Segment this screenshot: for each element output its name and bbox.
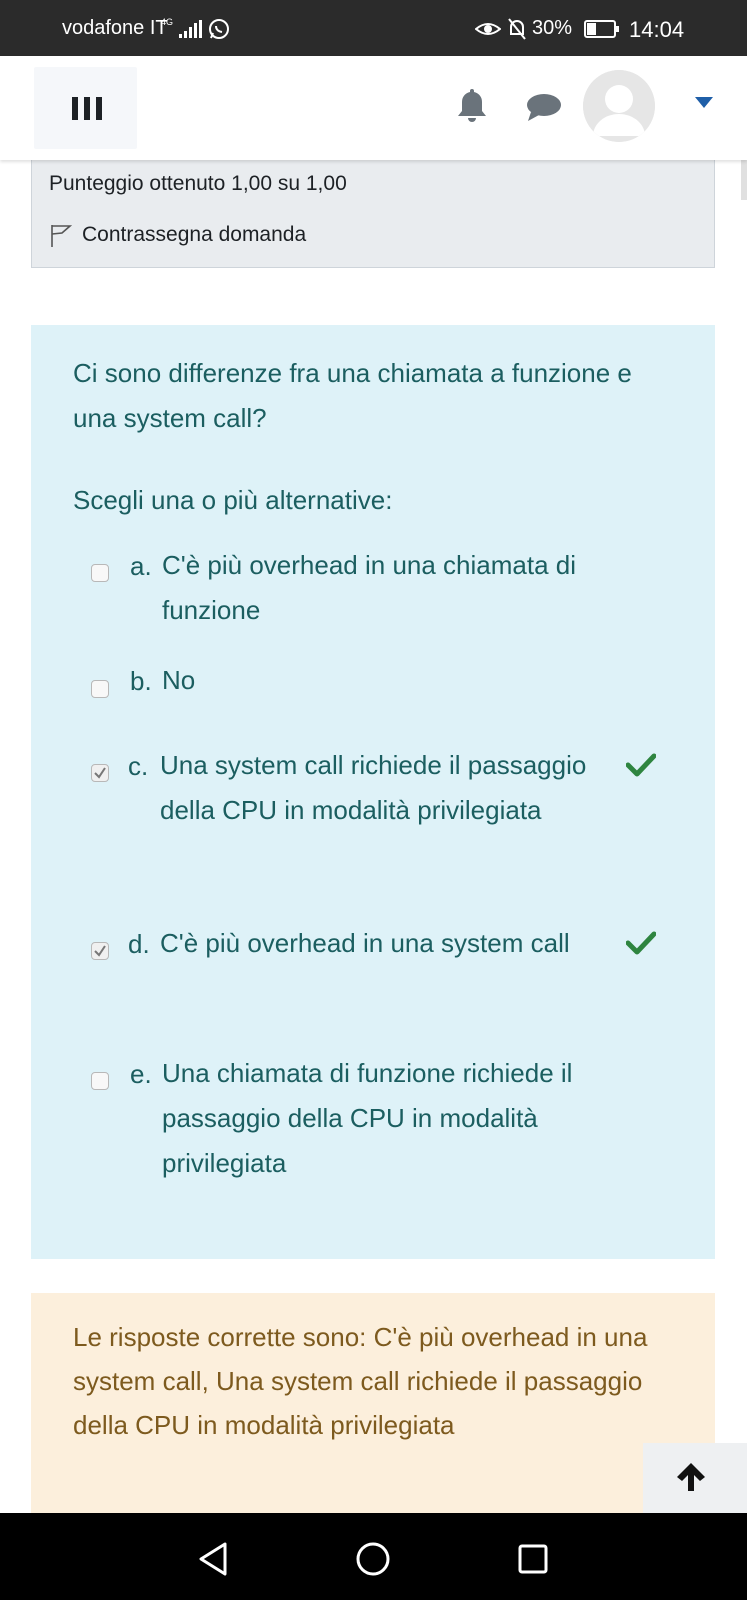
option-text: Una system call richiede il passaggio de… <box>160 750 587 825</box>
question-info: Punteggio ottenuto 1,00 su 1,00 Contrass… <box>31 146 715 268</box>
option-letter: c. <box>128 751 149 781</box>
back-icon[interactable] <box>198 1542 228 1576</box>
option-letter: a. <box>130 551 152 581</box>
option-letter: d. <box>128 929 150 959</box>
question-text: Ci sono differenze fra una chiamata a fu… <box>73 358 632 433</box>
home-icon[interactable] <box>355 1541 391 1577</box>
app-header <box>0 56 747 160</box>
chevron-down-icon[interactable] <box>695 97 713 109</box>
menu-button[interactable] <box>34 67 137 149</box>
recents-icon[interactable] <box>517 1543 549 1575</box>
clock: 14:04 <box>629 17 685 42</box>
option-text: Una chiamata di funzione richiede il pas… <box>162 1058 573 1178</box>
checkmark-icon <box>94 767 106 779</box>
checkbox-checked[interactable] <box>91 764 109 782</box>
answer-option-b[interactable]: b. No <box>31 658 715 708</box>
option-letter: e. <box>130 1059 152 1089</box>
checkmark-icon <box>94 945 106 957</box>
menu-icon <box>72 97 102 120</box>
flag-icon[interactable] <box>50 224 72 248</box>
network-type: 4G <box>161 17 174 27</box>
bell-icon[interactable] <box>454 86 490 124</box>
question-block: Ci sono differenze fra una chiamata a fu… <box>31 325 715 1259</box>
checkbox-checked[interactable] <box>91 942 109 960</box>
signal-icon <box>179 20 202 38</box>
answer-option-e[interactable]: e. Una chiamata di funzione richiede il … <box>31 1051 715 1186</box>
status-bar: vodafone IT 4G 30% 14:04 <box>0 0 747 56</box>
answer-option-a[interactable]: a. C'è più overhead in una chiamata di f… <box>31 543 715 625</box>
option-text: C'è più overhead in una chiamata di funz… <box>162 550 577 625</box>
score-text: Punteggio ottenuto 1,00 su 1,00 <box>49 172 347 195</box>
chat-icon[interactable] <box>526 92 562 122</box>
checkbox[interactable] <box>91 564 109 582</box>
answer-option-c[interactable]: c. Una system call richiede il passaggio… <box>31 743 715 873</box>
option-letter: b. <box>130 666 152 696</box>
avatar-placeholder-icon <box>583 70 655 142</box>
mute-bell-icon <box>508 18 526 40</box>
feedback-text: Le risposte corrette sono: C'è più overh… <box>73 1322 648 1440</box>
eye-comfort-icon <box>475 23 501 35</box>
correct-check-icon <box>626 753 656 777</box>
flag-question-link[interactable]: Contrassegna domanda <box>82 223 306 247</box>
option-text: C'è più overhead in una system call <box>160 928 570 958</box>
user-avatar[interactable] <box>583 70 655 142</box>
whatsapp-icon <box>209 19 229 39</box>
back-to-top-button[interactable] <box>643 1443 747 1513</box>
scrollbar[interactable] <box>741 160 747 200</box>
battery-icon <box>584 20 619 38</box>
carrier-label: vodafone IT <box>62 17 168 39</box>
answer-prompt: Scegli una o più alternative: <box>73 485 393 515</box>
correct-check-icon <box>626 931 656 955</box>
correct-answers-feedback: Le risposte corrette sono: C'è più overh… <box>31 1293 715 1513</box>
checkbox[interactable] <box>91 680 109 698</box>
arrow-up-icon <box>677 1463 705 1491</box>
checkbox[interactable] <box>91 1072 109 1090</box>
answer-option-d[interactable]: d. C'è più overhead in una system call <box>31 921 715 1011</box>
system-navigation-bar <box>0 1513 747 1600</box>
battery-percent: 30% <box>532 17 573 39</box>
option-text: No <box>162 665 196 695</box>
